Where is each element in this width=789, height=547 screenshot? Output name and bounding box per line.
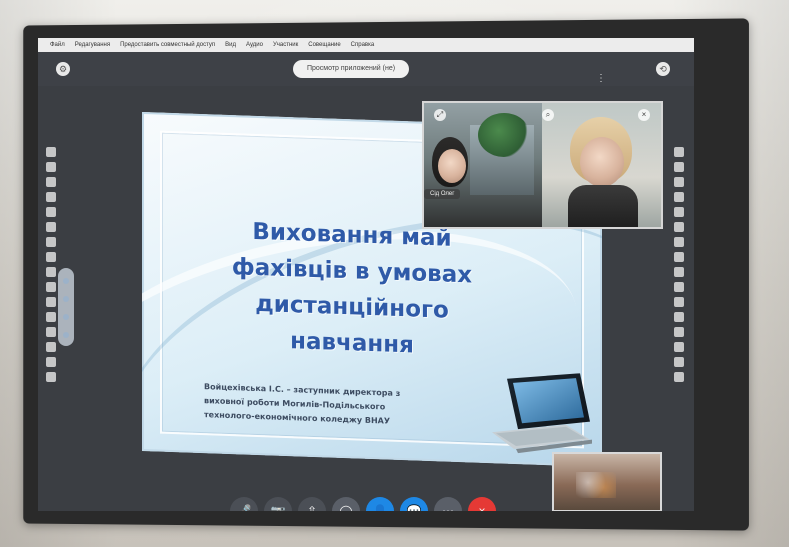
zoom-dot: [63, 314, 69, 320]
more-horizontal-icon: ⋯: [442, 504, 454, 511]
expand-icon[interactable]: ⤢: [434, 109, 446, 121]
video-off-icon: 📷: [270, 504, 286, 511]
zoom-dot: [63, 332, 69, 338]
menu-item-view[interactable]: Вид: [225, 42, 236, 48]
tool-button[interactable]: [674, 357, 684, 367]
tool-button[interactable]: [674, 252, 684, 262]
share-icon: ⇪: [306, 504, 318, 511]
left-toolbar: [46, 147, 58, 417]
plant: [478, 113, 530, 157]
search-icon[interactable]: ⌕: [542, 109, 554, 121]
laptop-illustration: [492, 373, 592, 454]
participant-video-left: [424, 103, 542, 227]
tool-button[interactable]: [674, 207, 684, 217]
tool-button[interactable]: [46, 327, 56, 337]
tool-button[interactable]: [674, 222, 684, 232]
tool-button[interactable]: [46, 207, 56, 217]
chat-icon: 💬: [406, 504, 422, 511]
tool-button[interactable]: [46, 282, 56, 292]
tool-button[interactable]: [674, 162, 684, 172]
gear-icon[interactable]: ⚙: [56, 62, 70, 76]
picture-in-picture-video[interactable]: [554, 454, 660, 510]
tool-button[interactable]: [46, 237, 56, 247]
tool-button[interactable]: [674, 237, 684, 247]
participant-name-tag: Сід Олег: [424, 189, 461, 199]
video-button[interactable]: 📷: [264, 497, 292, 511]
close-icon: ×: [478, 504, 486, 511]
video-tile[interactable]: ⤢ ⌕ × Сід Олег: [424, 103, 661, 227]
slide-title: Виховання май фахівців в умовах дистанці…: [231, 218, 473, 359]
tool-button[interactable]: [46, 312, 56, 322]
tool-button[interactable]: [46, 297, 56, 307]
chat-button[interactable]: 💬: [400, 497, 428, 511]
tool-button[interactable]: [46, 177, 56, 187]
menu-item-file[interactable]: Файл: [50, 42, 65, 48]
more-vertical-icon[interactable]: ⋮: [596, 74, 606, 84]
tool-button[interactable]: [674, 327, 684, 337]
participant-shoulders: [568, 185, 638, 227]
tool-button[interactable]: [674, 192, 684, 202]
tool-button[interactable]: [674, 267, 684, 277]
preview-apps-button[interactable]: Просмотр приложений (не): [293, 60, 409, 78]
zoom-dot: [63, 278, 69, 284]
tool-button[interactable]: [46, 342, 56, 352]
participant-face: [580, 137, 624, 187]
right-toolbar: [674, 147, 686, 417]
menu-item-audio[interactable]: Аудио: [246, 42, 263, 48]
zoom-dot: [63, 296, 69, 302]
participant-face: [438, 149, 466, 183]
tool-button[interactable]: [674, 342, 684, 352]
tool-button[interactable]: [46, 192, 56, 202]
tool-button[interactable]: [674, 177, 684, 187]
tool-button[interactable]: [674, 312, 684, 322]
tool-button[interactable]: [674, 372, 684, 382]
switch-camera-icon[interactable]: ⟲: [656, 62, 670, 76]
tool-button[interactable]: [46, 372, 56, 382]
meeting-controls: 🎤 📷 ⇪ ◯ 👤 💬 ⋯ ×: [230, 493, 496, 511]
record-icon: ◯: [339, 504, 353, 511]
menu-item-share[interactable]: Предоставить совместный доступ: [120, 42, 215, 48]
participants-icon: 👤: [372, 504, 388, 511]
tool-button[interactable]: [46, 267, 56, 277]
menu-item-edit[interactable]: Редагування: [75, 42, 110, 48]
menu-item-participant[interactable]: Участник: [273, 42, 298, 48]
mic-icon: 🎤: [236, 504, 252, 511]
participant-video-right: [542, 103, 661, 227]
tool-button[interactable]: [674, 282, 684, 292]
menu-item-help[interactable]: Справка: [351, 42, 375, 48]
tool-button[interactable]: [46, 357, 56, 367]
tool-button[interactable]: [46, 222, 56, 232]
mic-button[interactable]: 🎤: [230, 497, 258, 511]
meeting-window: Файл Редагування Предоставить совместный…: [38, 38, 694, 511]
menu-item-meeting[interactable]: Совещание: [308, 42, 340, 48]
tool-button[interactable]: [46, 162, 56, 172]
tool-button[interactable]: [674, 297, 684, 307]
record-button[interactable]: ◯: [332, 497, 360, 511]
participants-button[interactable]: 👤: [366, 497, 394, 511]
tool-button[interactable]: [46, 252, 56, 262]
close-icon[interactable]: ×: [638, 109, 650, 121]
more-button[interactable]: ⋯: [434, 497, 462, 511]
menu-bar: Файл Редагування Предоставить совместный…: [38, 38, 694, 52]
tool-button[interactable]: [674, 147, 684, 157]
leave-button[interactable]: ×: [468, 497, 496, 511]
zoom-panel[interactable]: [58, 268, 74, 346]
share-button[interactable]: ⇪: [298, 497, 326, 511]
tool-button[interactable]: [46, 147, 56, 157]
